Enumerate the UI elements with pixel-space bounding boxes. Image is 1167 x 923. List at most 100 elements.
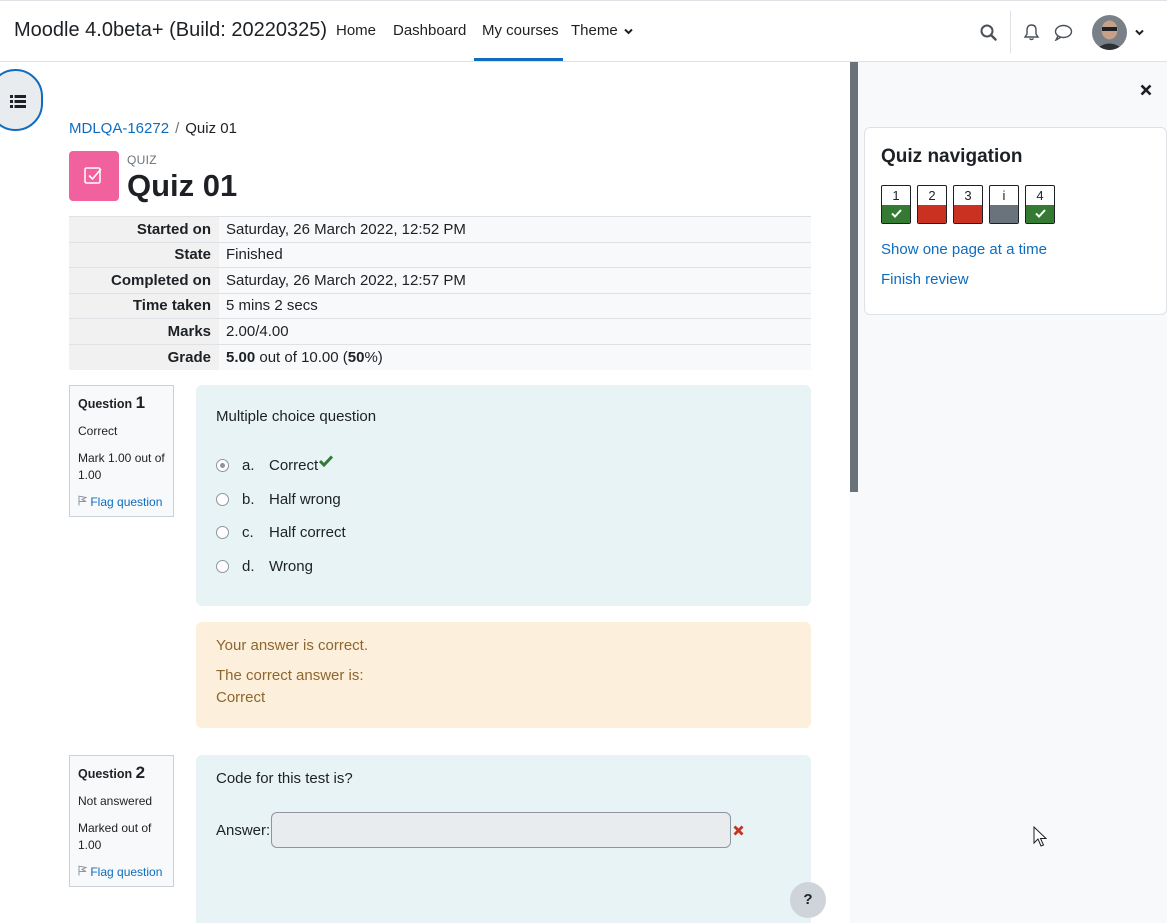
question-number: Question 1 bbox=[78, 394, 165, 413]
site-name[interactable]: Moodle 4.0beta+ (Build: 20220325) bbox=[14, 19, 327, 42]
summary-grade-value: 5.00 out of 10.00 (50%) bbox=[219, 344, 811, 370]
mouse-cursor-icon bbox=[1033, 826, 1047, 847]
summary-row: Completed on Saturday, 26 March 2022, 12:… bbox=[69, 267, 811, 293]
summary-row: Time taken 5 mins 2 secs bbox=[69, 293, 811, 319]
flag-question-link[interactable]: Flag question bbox=[78, 494, 165, 511]
question-number-value: 1 bbox=[135, 393, 146, 412]
quiz-nav-button-4[interactable]: 4 bbox=[1025, 185, 1055, 224]
summary-row: State Finished bbox=[69, 242, 811, 268]
question-number-value: 2 bbox=[135, 763, 146, 782]
summary-value: Saturday, 26 March 2022, 12:57 PM bbox=[219, 267, 811, 293]
quiz-navigation-block: Quiz navigation 1 2 3 i 4 Show one page … bbox=[864, 127, 1167, 315]
summary-label: Grade bbox=[69, 344, 219, 370]
page-scrollbar[interactable] bbox=[850, 62, 858, 492]
option-text: Correct bbox=[269, 456, 319, 474]
quiz-activity-icon bbox=[69, 151, 119, 201]
flag-icon bbox=[78, 865, 88, 876]
flag-question-label: Flag question bbox=[90, 495, 163, 509]
nav-home[interactable]: Home bbox=[336, 22, 376, 39]
summary-value: 2.00/4.00 bbox=[219, 318, 811, 344]
avatar-image bbox=[1092, 15, 1127, 50]
option-text: Wrong bbox=[269, 557, 313, 575]
flag-icon bbox=[78, 495, 88, 506]
user-avatar[interactable] bbox=[1092, 15, 1127, 50]
course-index-toggle[interactable] bbox=[0, 69, 43, 131]
question-mark: Mark 1.00 out of 1.00 bbox=[78, 451, 165, 482]
state-info bbox=[990, 205, 1018, 223]
grade-percent: 50 bbox=[347, 348, 365, 366]
page-title: Quiz 01 bbox=[127, 168, 238, 203]
grade-middle: out of 10.00 ( bbox=[255, 348, 348, 366]
navbar: Moodle 4.0beta+ (Build: 20220325) Home D… bbox=[0, 0, 1167, 62]
quiz-navigation-title: Quiz navigation bbox=[881, 146, 1023, 167]
quiz-nav-label: 4 bbox=[1036, 188, 1044, 203]
quiz-nav-button-1[interactable]: 1 bbox=[881, 185, 911, 224]
question-number: Question 2 bbox=[78, 764, 165, 783]
breadcrumb-course[interactable]: MDLQA-16272 bbox=[69, 120, 169, 137]
check-icon bbox=[1034, 209, 1046, 218]
feedback-result: Your answer is correct. bbox=[216, 637, 369, 654]
grade-score: 5.00 bbox=[226, 348, 256, 366]
summary-row-grade: Grade 5.00 out of 10.00 (50%) bbox=[69, 344, 811, 370]
summary-label: State bbox=[69, 242, 219, 268]
question-text: Code for this test is? bbox=[216, 770, 353, 787]
show-one-page-link[interactable]: Show one page at a time bbox=[881, 241, 1047, 258]
list-icon bbox=[10, 95, 26, 108]
feedback-right-answer: Correct bbox=[216, 689, 266, 706]
answer-label: Answer: bbox=[216, 822, 271, 839]
help-icon[interactable]: ? bbox=[790, 882, 826, 918]
quiz-nav-button-3[interactable]: 3 bbox=[953, 185, 983, 224]
summary-row: Marks 2.00/4.00 bbox=[69, 318, 811, 344]
check-icon bbox=[319, 454, 334, 467]
question-text: Multiple choice question bbox=[216, 408, 377, 425]
close-icon[interactable] bbox=[1140, 84, 1152, 96]
finish-review-link[interactable]: Finish review bbox=[881, 271, 969, 288]
summary-label: Time taken bbox=[69, 293, 219, 319]
quiz-nav-label: 3 bbox=[964, 188, 972, 203]
state-correct bbox=[882, 205, 910, 223]
question-state: Not answered bbox=[78, 794, 153, 808]
question-prefix: Question bbox=[78, 767, 133, 781]
summary-value: Finished bbox=[219, 242, 811, 268]
quiz-nav-button-2[interactable]: 2 bbox=[917, 185, 947, 224]
nav-theme[interactable]: Theme bbox=[571, 22, 633, 39]
answer-option-c[interactable]: c. Half correct bbox=[216, 522, 346, 542]
chat-icon[interactable] bbox=[1054, 24, 1073, 41]
summary-label: Completed on bbox=[69, 267, 219, 293]
summary-row: Started on Saturday, 26 March 2022, 12:52… bbox=[69, 216, 811, 242]
radio-button[interactable] bbox=[216, 458, 229, 472]
answer-input[interactable] bbox=[271, 812, 731, 848]
option-text: Half wrong bbox=[269, 490, 341, 508]
chevron-down-icon[interactable] bbox=[1135, 29, 1144, 36]
question-state: Correct bbox=[78, 424, 118, 438]
search-icon[interactable] bbox=[980, 24, 997, 41]
cross-icon bbox=[733, 825, 744, 836]
quiz-nav-label: 2 bbox=[928, 188, 936, 203]
navbar-divider bbox=[1010, 11, 1011, 53]
question-prefix: Question bbox=[78, 397, 133, 411]
flag-question-label: Flag question bbox=[90, 865, 163, 879]
quiz-nav-label: i bbox=[1002, 188, 1006, 203]
quiz-nav-button-info[interactable]: i bbox=[989, 185, 1019, 224]
state-wrong bbox=[954, 205, 982, 223]
flag-question-link[interactable]: Flag question bbox=[78, 864, 165, 881]
answer-option-b[interactable]: b. Half wrong bbox=[216, 489, 341, 509]
answer-option-d[interactable]: d. Wrong bbox=[216, 556, 313, 576]
radio-button[interactable] bbox=[216, 525, 229, 539]
summary-label: Started on bbox=[69, 216, 219, 242]
check-icon bbox=[890, 209, 902, 218]
chevron-down-icon bbox=[624, 28, 633, 35]
attempt-summary-table: Started on Saturday, 26 March 2022, 12:52… bbox=[69, 216, 811, 370]
bell-icon[interactable] bbox=[1023, 23, 1040, 41]
question-1-formulation: Multiple choice question a. Correct b. H… bbox=[196, 385, 811, 606]
breadcrumb-current: Quiz 01 bbox=[185, 120, 237, 137]
nav-my-courses[interactable]: My courses bbox=[482, 22, 559, 39]
radio-button[interactable] bbox=[216, 559, 229, 573]
checkbox-icon bbox=[84, 167, 102, 184]
option-letter: d. bbox=[242, 557, 255, 575]
answer-option-a[interactable]: a. Correct bbox=[216, 454, 334, 475]
option-letter: b. bbox=[242, 490, 255, 508]
radio-button[interactable] bbox=[216, 492, 229, 506]
nav-dashboard[interactable]: Dashboard bbox=[393, 22, 466, 39]
state-correct bbox=[1026, 205, 1054, 223]
